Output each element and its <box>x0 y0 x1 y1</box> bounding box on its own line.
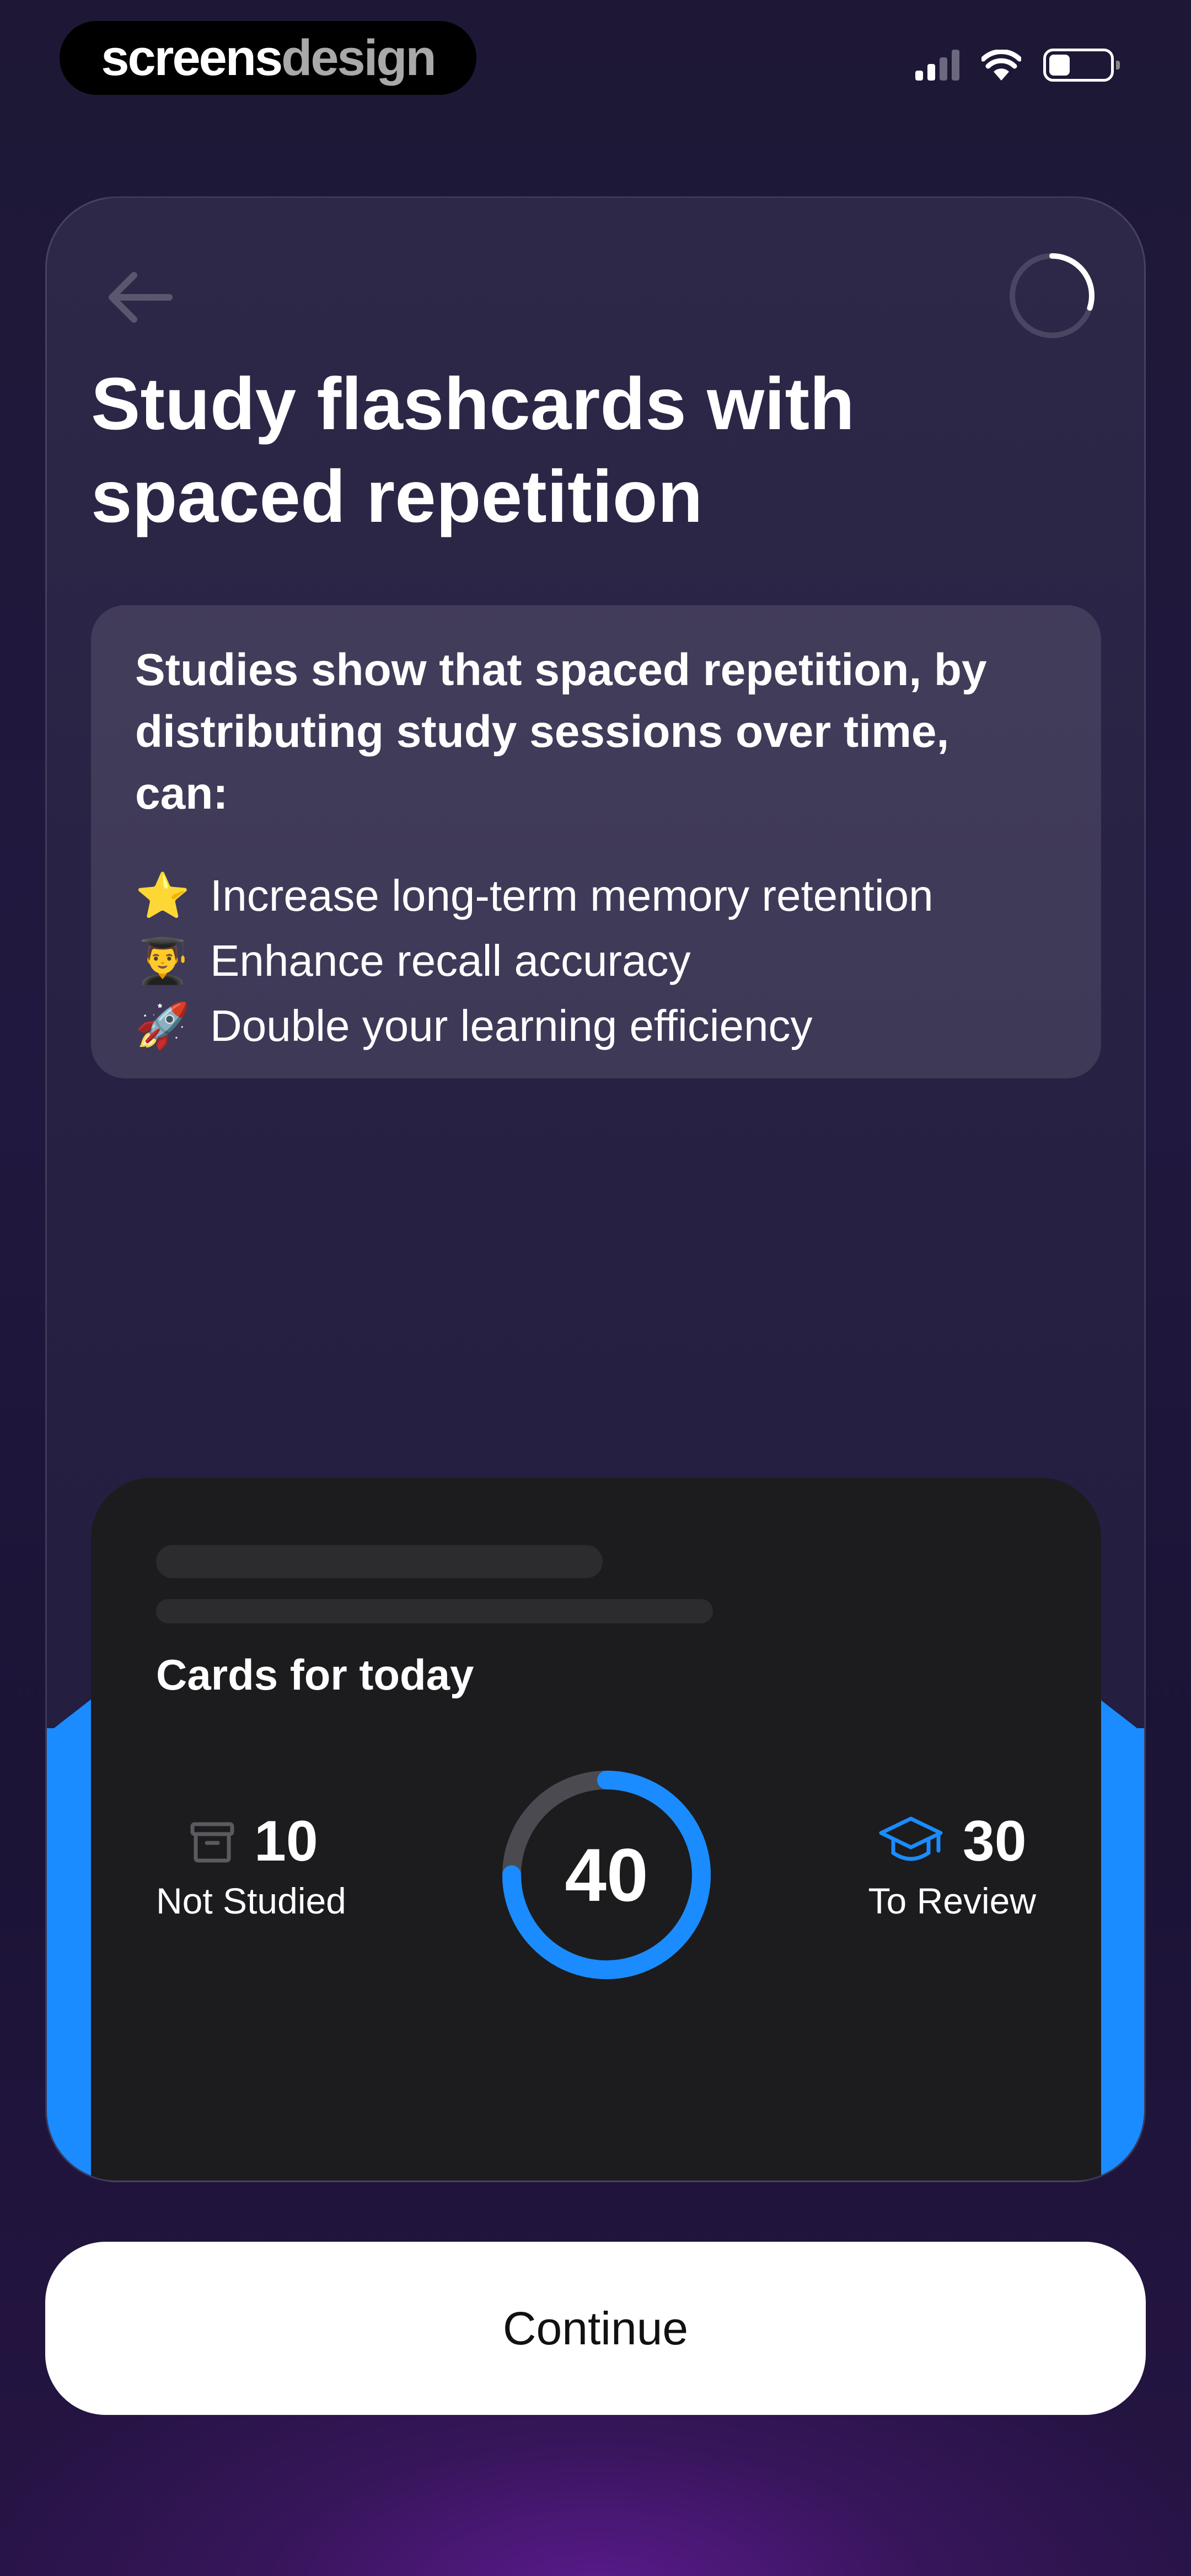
accent-bar-left <box>47 1728 96 2180</box>
wifi-icon <box>981 50 1021 81</box>
cellular-signal-icon <box>915 50 959 81</box>
to-review-stat: 30 To Review <box>868 1809 1036 1922</box>
screensdesign-logo: screens design <box>60 21 476 95</box>
back-button[interactable] <box>99 259 181 336</box>
benefit-text: Enhance recall accuracy <box>210 936 691 985</box>
logo-text-design: design <box>281 29 436 86</box>
star-icon: ⭐ <box>135 871 190 920</box>
benefits-list: ⭐ Increase long-term memory retention 👨‍… <box>135 863 1057 1059</box>
status-bar <box>915 49 1120 82</box>
not-studied-count: 10 <box>254 1809 318 1873</box>
benefit-text: Increase long-term memory retention <box>210 871 934 920</box>
total-cards-count: 40 <box>565 1833 648 1917</box>
widget-title: Cards for today <box>156 1650 474 1699</box>
battery-level <box>1049 55 1070 76</box>
page-title: Study flashcards with spaced repetition <box>91 363 855 538</box>
to-review-count: 30 <box>962 1809 1027 1873</box>
continue-button[interactable]: Continue <box>45 2242 1146 2415</box>
not-studied-stat: 10 Not Studied <box>156 1809 346 1922</box>
benefit-item: 🚀 Double your learning efficiency <box>135 993 1057 1059</box>
info-intro: Studies show that spaced repetition, by … <box>135 645 987 819</box>
cards-for-today-widget: Cards for today 10 Not Studied 40 30 To … <box>91 1478 1101 2180</box>
progress-ring-icon <box>1010 253 1095 338</box>
rocket-icon: 🚀 <box>135 1001 190 1050</box>
logo-text-screens: screens <box>101 29 283 86</box>
student-icon: 👨‍🎓 <box>135 936 190 985</box>
skeleton-placeholder <box>156 1545 603 1578</box>
arrow-left-icon <box>109 272 173 323</box>
to-review-label: To Review <box>868 1880 1036 1921</box>
accent-bar-right <box>1095 1728 1144 2180</box>
benefit-item: ⭐ Increase long-term memory retention <box>135 863 1057 928</box>
total-cards-donut: 40 <box>496 1765 717 1985</box>
info-box: Studies show that spaced repetition, by … <box>91 605 1101 1078</box>
not-studied-label: Not Studied <box>156 1880 346 1921</box>
battery-icon <box>1043 49 1120 82</box>
skeleton-placeholder <box>156 1599 713 1623</box>
archive-box-icon <box>190 1822 234 1862</box>
benefit-item: 👨‍🎓 Enhance recall accuracy <box>135 928 1057 993</box>
benefit-text: Double your learning efficiency <box>210 1001 813 1050</box>
graduation-cap-icon <box>879 1816 943 1861</box>
onboarding-card: Study flashcards with spaced repetition … <box>45 196 1146 2182</box>
